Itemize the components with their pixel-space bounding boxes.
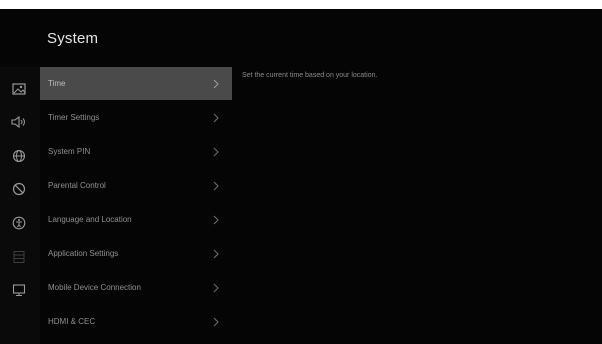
menu-item-label: Application Settings [48,249,119,258]
menu-item-label: System PIN [48,147,91,156]
menu-item-timer-settings[interactable]: Timer Settings [40,101,232,134]
chevron-right-icon [210,249,222,259]
menu-item-label: Mobile Device Connection [48,283,141,292]
chevron-right-icon [210,113,222,123]
menu-item-label: Language and Location [48,215,132,224]
menu-item-label: HDMI & CEC [48,317,96,326]
side-rail [0,67,40,344]
menu-item-label: Parental Control [48,181,106,190]
page-title: System [47,30,99,47]
menu-item-time[interactable]: Time [40,67,232,100]
chevron-right-icon [210,317,222,327]
tv-settings-screen: System Time Timer Settings System PIN Pa… [0,9,602,344]
chevron-right-icon [210,215,222,225]
menu-item-label: Time [48,79,66,88]
chevron-right-icon [210,79,222,89]
accessibility-icon[interactable] [7,213,31,233]
menu-item-hdmi-cec[interactable]: HDMI & CEC [40,305,232,338]
display-icon[interactable] [7,280,31,300]
chevron-right-icon [210,147,222,157]
menu-item-language-location[interactable]: Language and Location [40,203,232,236]
chevron-right-icon [210,283,222,293]
network-icon[interactable] [7,146,31,166]
list-icon[interactable] [7,247,31,267]
menu-item-label: Timer Settings [48,113,100,122]
picture-icon[interactable] [7,79,31,99]
item-description: Set the current time based on your locat… [242,72,378,79]
menu-item-mobile-device-connection[interactable]: Mobile Device Connection [40,271,232,304]
menu-item-system-pin[interactable]: System PIN [40,135,232,168]
sound-icon[interactable] [7,112,31,132]
chevron-right-icon [210,181,222,191]
no-sign-icon[interactable] [7,179,31,199]
menu-item-application-settings[interactable]: Application Settings [40,237,232,270]
menu-item-parental-control[interactable]: Parental Control [40,169,232,202]
